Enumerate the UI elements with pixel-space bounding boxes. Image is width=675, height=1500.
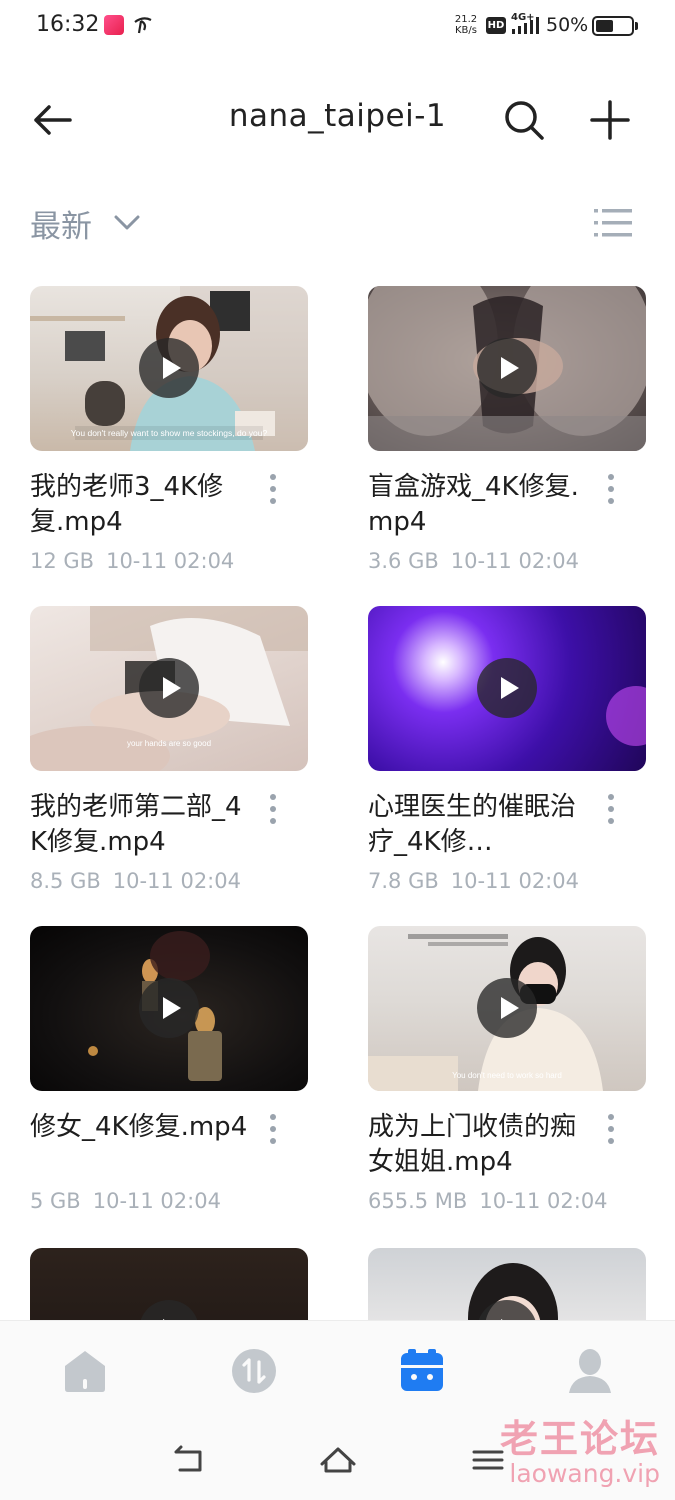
- chevron-down-icon: [114, 215, 140, 230]
- file-meta: 5 GB 10-11 02:04: [30, 1189, 308, 1213]
- file-card[interactable]: your hands are so good 我的老师第二部_4K修复.mp4 …: [30, 606, 308, 926]
- file-size: 7.8 GB: [368, 869, 439, 893]
- play-icon[interactable]: [477, 658, 537, 718]
- play-icon[interactable]: [139, 1300, 199, 1320]
- video-thumbnail[interactable]: [30, 926, 308, 1091]
- video-thumbnail[interactable]: [368, 286, 646, 451]
- app-header: nana_taipei-1: [0, 80, 675, 160]
- nav-profile[interactable]: [566, 1347, 614, 1395]
- battery-percent: 50%: [546, 14, 589, 36]
- bottom-nav: [0, 1320, 675, 1420]
- add-button[interactable]: [584, 94, 636, 146]
- thumbnail-caption: your hands are so good: [127, 739, 211, 748]
- file-name[interactable]: 修女_4K修复.mp4: [30, 1110, 250, 1145]
- file-grid: You don't really want to show me stockin…: [0, 286, 675, 1320]
- file-card[interactable]: [30, 1248, 308, 1320]
- profile-icon: [569, 1349, 611, 1393]
- arrow-left-icon: [34, 105, 72, 135]
- file-card[interactable]: [368, 1248, 646, 1320]
- more-options-icon[interactable]: [600, 1112, 622, 1146]
- transfer-icon: [232, 1349, 276, 1393]
- file-size: 12 GB: [30, 549, 95, 573]
- file-meta: 7.8 GB 10-11 02:04: [368, 869, 646, 893]
- more-options-icon[interactable]: [262, 1112, 284, 1146]
- sort-label: 最新: [30, 208, 92, 245]
- more-options-icon[interactable]: [262, 792, 284, 826]
- nav-files[interactable]: [398, 1347, 446, 1395]
- battery-tip: [635, 22, 638, 30]
- battery-level: [596, 20, 613, 32]
- home-icon: [65, 1351, 105, 1392]
- nav-transfer[interactable]: [230, 1347, 278, 1395]
- file-name[interactable]: 盲盒游戏_4K修复.mp4: [368, 470, 588, 540]
- file-size: 3.6 GB: [368, 549, 439, 573]
- more-options-icon[interactable]: [600, 472, 622, 506]
- file-meta: 8.5 GB 10-11 02:04: [30, 869, 308, 893]
- system-back-icon[interactable]: [168, 1440, 208, 1480]
- play-icon[interactable]: [139, 658, 199, 718]
- file-date: 10-11 02:04: [450, 549, 579, 573]
- system-home-icon[interactable]: [318, 1440, 358, 1480]
- search-button[interactable]: [498, 94, 550, 146]
- telecom-icon: [134, 17, 152, 34]
- status-time: 16:32: [36, 12, 100, 37]
- file-date: 10-11 02:04: [106, 549, 235, 573]
- app-screen: 16:32 21.2 KB/s HD 4G+ 50% nana_taipei-1…: [0, 0, 675, 1500]
- video-thumbnail[interactable]: [30, 1248, 308, 1320]
- file-size: 8.5 GB: [30, 869, 101, 893]
- signal-icon: [512, 17, 539, 34]
- file-date: 10-11 02:04: [479, 1189, 608, 1213]
- video-thumbnail[interactable]: You don't really want to show me stockin…: [30, 286, 308, 451]
- more-options-icon[interactable]: [600, 792, 622, 826]
- list-view-icon[interactable]: [590, 202, 636, 244]
- file-size: 655.5 MB: [368, 1189, 468, 1213]
- file-meta: 655.5 MB 10-11 02:04: [368, 1189, 646, 1213]
- thumbnail-caption: You don't really want to show me stockin…: [71, 428, 268, 438]
- file-meta: 3.6 GB 10-11 02:04: [368, 549, 646, 573]
- file-meta: 12 GB 10-11 02:04: [30, 549, 308, 573]
- file-name[interactable]: 心理医生的催眠治疗_4K修…: [368, 790, 588, 860]
- files-icon: [401, 1349, 443, 1391]
- file-date: 10-11 02:04: [112, 869, 241, 893]
- file-card[interactable]: 修女_4K修复.mp4 5 GB 10-11 02:04: [30, 926, 308, 1246]
- play-icon[interactable]: [139, 978, 199, 1038]
- hd-badge: HD: [486, 17, 506, 34]
- network-speed: 21.2 KB/s: [454, 14, 478, 36]
- file-name[interactable]: 成为上门收债的痴女姐姐.mp4: [368, 1110, 588, 1180]
- file-card[interactable]: You don't need to work so hard 成为上门收债的痴女…: [368, 926, 646, 1246]
- thumbnail-caption: You don't need to work so hard: [452, 1071, 562, 1080]
- video-thumbnail[interactable]: You don't need to work so hard: [368, 926, 646, 1091]
- sort-dropdown[interactable]: 最新: [30, 200, 142, 246]
- video-thumbnail[interactable]: your hands are so good: [30, 606, 308, 771]
- notification-app-icon: [104, 15, 124, 35]
- status-bar: 16:32 21.2 KB/s HD 4G+ 50%: [0, 0, 675, 56]
- battery-icon: [592, 16, 634, 36]
- file-card[interactable]: 心理医生的催眠治疗_4K修… 7.8 GB 10-11 02:04: [368, 606, 646, 926]
- file-date: 10-11 02:04: [92, 1189, 221, 1213]
- file-card[interactable]: 盲盒游戏_4K修复.mp4 3.6 GB 10-11 02:04: [368, 286, 646, 606]
- system-nav: [0, 1420, 675, 1500]
- plus-icon: [590, 100, 630, 140]
- file-card[interactable]: You don't really want to show me stockin…: [30, 286, 308, 606]
- file-date: 10-11 02:04: [450, 869, 579, 893]
- play-icon[interactable]: [477, 978, 537, 1038]
- video-thumbnail[interactable]: [368, 1248, 646, 1320]
- back-button[interactable]: [26, 94, 78, 146]
- play-icon[interactable]: [477, 338, 537, 398]
- system-menu-icon[interactable]: [468, 1440, 508, 1480]
- file-name[interactable]: 我的老师第二部_4K修复.mp4: [30, 790, 250, 860]
- file-name[interactable]: 我的老师3_4K修复.mp4: [30, 470, 250, 540]
- nav-home[interactable]: [61, 1347, 109, 1395]
- page-title: nana_taipei-1: [228, 98, 447, 134]
- play-icon[interactable]: [139, 338, 199, 398]
- search-icon: [505, 101, 544, 140]
- sort-bar: 最新: [0, 190, 675, 256]
- file-size: 5 GB: [30, 1189, 81, 1213]
- video-thumbnail[interactable]: [368, 606, 646, 771]
- more-options-icon[interactable]: [262, 472, 284, 506]
